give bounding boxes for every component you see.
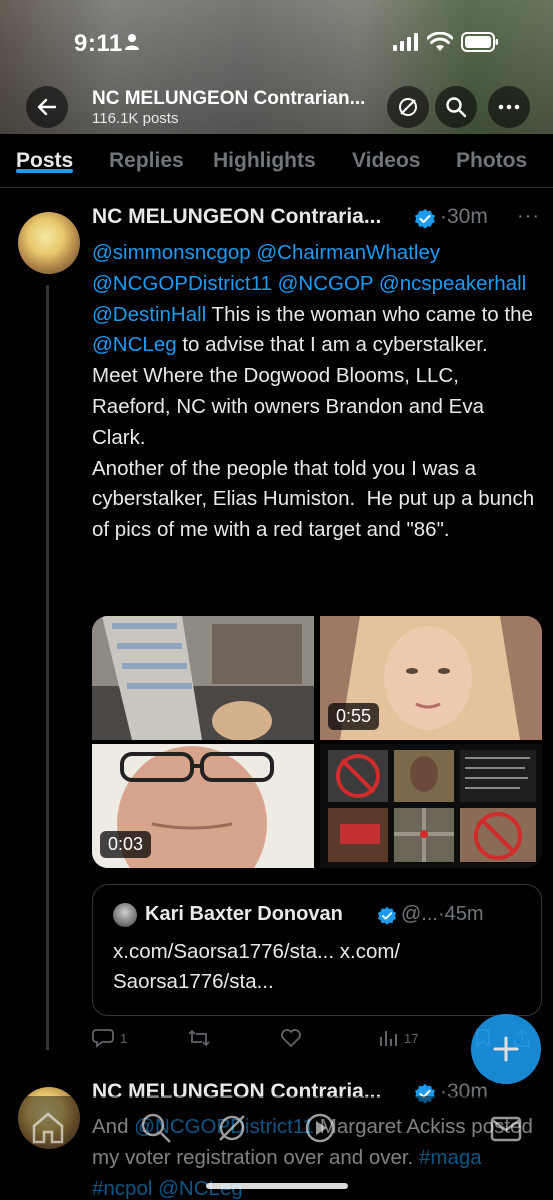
quote-text: x.com/Saorsa1776/sta... x.com/ Saorsa177…	[113, 940, 401, 993]
media-video[interactable]: 0:03	[92, 744, 314, 868]
profile-title: NC MELUNGEON Contrarian...	[92, 88, 366, 109]
media-photo[interactable]	[92, 616, 314, 740]
no-sound-icon	[399, 98, 417, 116]
post-author[interactable]: NC MELUNGEON Contraria...	[92, 205, 381, 229]
home-indicator	[206, 1183, 348, 1189]
wifi-icon	[427, 32, 453, 51]
reply-count: 1	[120, 1030, 128, 1046]
tab-photos[interactable]: Photos	[456, 134, 527, 173]
home-icon[interactable]	[30, 1110, 66, 1146]
spaces-icon[interactable]	[302, 1110, 338, 1146]
battery-icon	[461, 32, 498, 52]
thread-line	[46, 285, 49, 1050]
tab-posts[interactable]: Posts	[16, 134, 74, 173]
reply-icon	[92, 1029, 114, 1048]
post-header: NC MELUNGEON Contraria... ·30m ···	[92, 205, 539, 235]
post-time: ·30m	[440, 205, 488, 228]
mention-ncleg[interactable]: @NCLeg	[92, 333, 177, 356]
reply-button[interactable]: 1	[92, 1028, 127, 1048]
search-button[interactable]	[435, 86, 477, 128]
signal-icon	[393, 33, 418, 51]
back-button[interactable]	[26, 86, 68, 128]
media-photo-art	[92, 616, 314, 740]
tab-highlights[interactable]: Highlights	[213, 134, 316, 173]
mail-icon[interactable]	[488, 1110, 524, 1146]
post-more-button[interactable]: ···	[517, 205, 540, 228]
post-text: @simmonsncgop @ChairmanWhatley @NCGOPDis…	[92, 238, 537, 546]
verified-icon	[377, 906, 397, 925]
person-icon	[125, 34, 139, 50]
search-icon[interactable]	[138, 1110, 174, 1146]
more-icon	[498, 104, 520, 110]
repost-icon	[188, 1029, 210, 1047]
tab-videos[interactable]: Videos	[352, 134, 420, 173]
post-text-part: to advise that I am a cyberstalker. Meet…	[92, 333, 535, 542]
status-icons	[393, 32, 499, 52]
like-button[interactable]	[280, 1028, 308, 1048]
status-bar: 9:11	[0, 0, 553, 80]
quoted-post[interactable]: Kari Baxter Donovan @...·45m x.com/Saors…	[92, 884, 542, 1016]
status-time: 9:11	[74, 30, 123, 57]
video-duration: 0:55	[328, 703, 380, 730]
avatar[interactable]	[18, 212, 80, 274]
back-arrow-icon	[37, 98, 57, 116]
repost-button[interactable]	[187, 1028, 217, 1048]
video-duration: 0:03	[100, 831, 152, 858]
more-button[interactable]	[488, 86, 530, 128]
post-count: 116.1K posts	[92, 110, 179, 127]
quote-handle: @...·45m	[401, 903, 484, 925]
media-grid: 0:55 0:03	[92, 616, 542, 868]
views-button[interactable]: 17	[378, 1028, 418, 1048]
view-count: 17	[404, 1030, 419, 1046]
quote-author: Kari Baxter Donovan	[145, 903, 343, 925]
views-icon	[380, 1031, 397, 1046]
compose-button[interactable]	[471, 1014, 541, 1084]
media-video[interactable]: 0:55	[320, 616, 542, 740]
profile-topbar: NC MELUNGEON Contrarian... 116.1K posts	[0, 84, 553, 132]
mute-button[interactable]	[387, 86, 429, 128]
like-icon	[281, 1029, 301, 1048]
verified-icon	[415, 209, 435, 229]
post-text-part: This is the woman who came to the	[206, 302, 539, 326]
profile-tabs: Posts Replies Highlights Videos Photos	[0, 134, 553, 188]
media-collage-art	[320, 744, 542, 868]
search-icon	[446, 97, 467, 118]
quote-avatar	[113, 903, 137, 927]
plus-icon	[493, 1036, 519, 1062]
tab-replies[interactable]: Replies	[109, 134, 184, 173]
media-photo-collage[interactable]	[320, 744, 542, 868]
grok-icon[interactable]	[214, 1110, 250, 1146]
